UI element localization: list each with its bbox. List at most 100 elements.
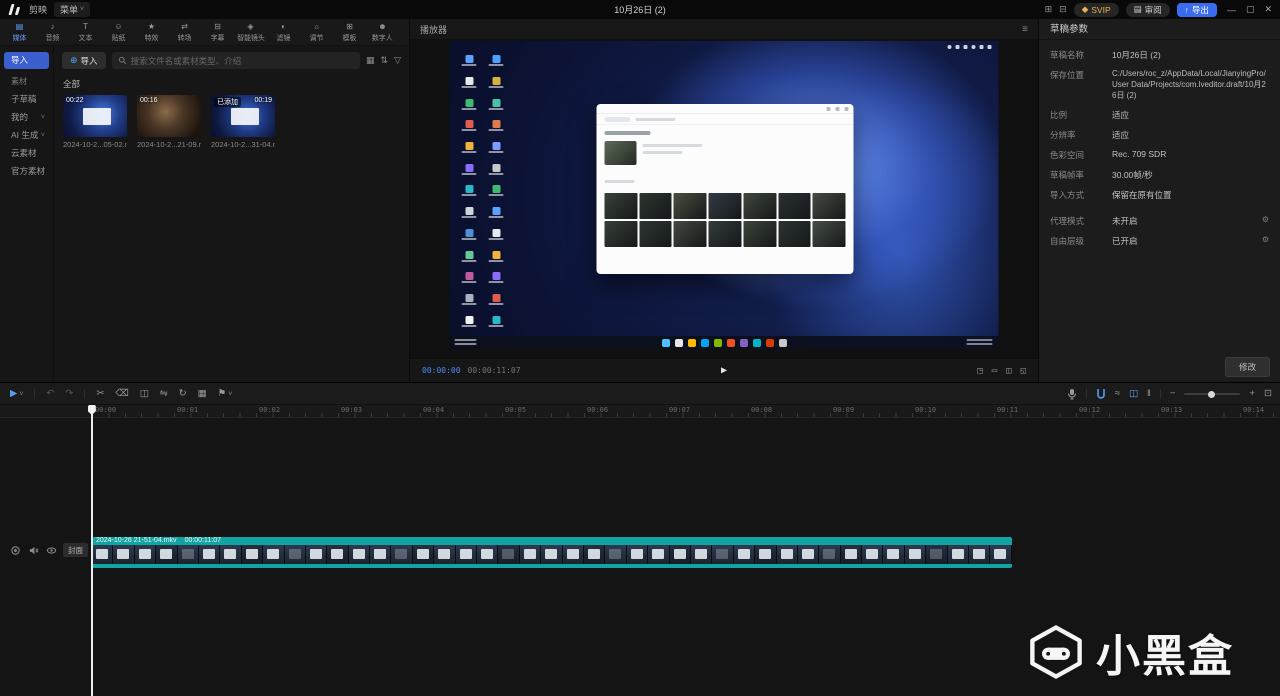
zoom-slider-handle[interactable] [1207, 390, 1215, 398]
preview-quality-button[interactable]: ◳ [977, 366, 982, 376]
mirror-button[interactable]: ⇋ [160, 389, 168, 399]
record-voiceover-button[interactable] [1067, 388, 1077, 400]
frame-window-thumb [160, 549, 173, 559]
tab-template[interactable]: ⊞ 模板 [333, 22, 366, 43]
minimize-button[interactable]: — [1227, 5, 1236, 15]
timeline-zoom-slider[interactable] [1184, 390, 1241, 398]
film-frame [669, 545, 691, 564]
player-menu-icon[interactable]: ≡ [1022, 24, 1028, 35]
app-name: 剪映 [29, 5, 48, 15]
fullscreen-button[interactable]: ◱ [1021, 366, 1026, 376]
marker-button[interactable]: ⚑ ˅ [218, 389, 233, 399]
clip-bottom-bar [92, 564, 1012, 568]
app-logo [8, 4, 22, 15]
svip-button[interactable]: ◆ SVIP [1073, 2, 1119, 17]
sort-button[interactable]: ⇅ [381, 55, 389, 66]
zoom-in-button[interactable]: + [1249, 389, 1255, 399]
fit-timeline-button[interactable]: ⊡ [1264, 389, 1272, 399]
import-button[interactable]: ⊕ 导入 [62, 52, 106, 69]
tab-adjust[interactable]: ☼ 调节 [300, 22, 333, 43]
desktop-icon [484, 202, 509, 224]
desktop-icon [457, 115, 482, 137]
media-toolbar: ⊕ 导入 ▦ ⇅ ▽ [54, 46, 409, 73]
preview-axis-button[interactable]: ‖ [1147, 389, 1151, 399]
tab-text[interactable]: T 文本 [69, 22, 102, 43]
delete-button[interactable]: ⌫ [115, 389, 128, 399]
search-box[interactable] [111, 52, 361, 69]
draft-row-label: 导入方式 [1050, 190, 1085, 201]
window-photo-grid [604, 193, 846, 247]
mute-track-icon[interactable] [28, 545, 39, 556]
desktop-icon [484, 289, 509, 311]
tab-sticker[interactable]: ☺ 贴纸 [102, 22, 135, 43]
record-icon[interactable] [10, 545, 21, 556]
taskbar-icon [726, 338, 735, 347]
ratio-button[interactable]: ▭ [992, 366, 997, 376]
redo-button[interactable]: ↷ [65, 389, 73, 399]
film-frame [840, 545, 863, 564]
desktop-icon [484, 224, 509, 246]
settings-icon[interactable]: ⚙ [1262, 235, 1269, 244]
draft-row-label: 比例 [1050, 110, 1068, 121]
taskbar-icon [778, 338, 787, 347]
photo-thumb [673, 221, 707, 247]
settings-icon[interactable]: ⚙ [1262, 215, 1269, 224]
playhead[interactable] [87, 405, 96, 696]
crop-button[interactable]: ▦ [198, 389, 207, 399]
linkage-button[interactable]: ◫ [1129, 389, 1138, 399]
tab-label: 模板 [342, 32, 357, 42]
media-clip-card[interactable]: 00:22 2024-10-2...05-02.mkv [63, 95, 127, 149]
zoom-out-button[interactable]: − [1170, 389, 1176, 399]
tab-captions[interactable]: ⊟ 字幕 [201, 22, 234, 43]
hide-track-icon[interactable] [46, 545, 57, 556]
media-clip-card[interactable]: 已添加 00:19 2024-10-2...31-04.mkv [211, 95, 275, 149]
grid-view-button[interactable]: ▦ [366, 55, 375, 66]
split-button[interactable]: ✂ [96, 389, 104, 399]
film-frame [177, 545, 199, 564]
tab-media[interactable]: ▤ 媒体 [3, 22, 36, 43]
freeze-frame-button[interactable]: ◫ [140, 389, 149, 399]
tab-smart-shot[interactable]: ◈ 智能镜头 [234, 22, 267, 43]
export-button[interactable]: ↑ 导出 [1176, 2, 1217, 17]
rail-item-ai-generate[interactable]: AI 生成 ˅ [4, 127, 49, 144]
frame-window-thumb [716, 549, 729, 559]
close-button[interactable]: ✕ [1264, 4, 1272, 15]
tab-audio[interactable]: ♪ 音频 [36, 22, 69, 43]
search-input[interactable] [130, 55, 355, 66]
timeline-ruler[interactable]: 00:00 00:01 00:02 00:03 00:04 00:05 00:06 00:07… [0, 405, 1280, 418]
cover-button[interactable]: 封面 [63, 543, 88, 557]
taskbar-tray [966, 339, 993, 345]
undo-button[interactable]: ↶ [46, 389, 54, 399]
search-icon [118, 56, 126, 65]
overlay-icon [955, 45, 960, 49]
rail-item-sub-draft[interactable]: 子草稿 [4, 91, 49, 108]
modify-button[interactable]: 修改 [1224, 357, 1270, 377]
video-clip[interactable]: 2024-10-26 21-51-04.mkv 00:00:11:07 [92, 537, 1012, 568]
tab-transition[interactable]: ⇄ 转场 [168, 22, 201, 43]
rail-item-official-material[interactable]: 官方素材 [4, 163, 49, 180]
main-track-magnet-button[interactable] [1096, 388, 1106, 400]
rail-item-cloud-material[interactable]: 云素材 [4, 145, 49, 162]
tab-effects[interactable]: ★ 特效 [135, 22, 168, 43]
frame-window-thumb [523, 549, 536, 559]
layout-grid-icon[interactable]: ⊞ [1045, 4, 1053, 15]
menu-button[interactable]: 菜单 ˅ [54, 2, 91, 17]
filter-button[interactable]: ▽ [394, 55, 401, 66]
review-button[interactable]: ▤ 审阅 [1125, 2, 1170, 17]
play-button[interactable]: ▶ [721, 365, 727, 376]
workspace-icon[interactable]: ⊟ [1059, 4, 1067, 15]
captured-window [596, 104, 854, 274]
auto-snap-button[interactable]: ≈ [1115, 389, 1120, 399]
split-screen-button[interactable]: ◫ [1006, 366, 1011, 376]
rail-item-mine[interactable]: 我的 ˅ [4, 109, 49, 126]
video-preview[interactable] [449, 41, 999, 349]
rotate-button[interactable]: ↻ [179, 389, 187, 399]
maximize-button[interactable]: ▢ [1246, 4, 1255, 15]
media-clip-card[interactable]: 00:16 2024-10-2...21-09.mkv [137, 95, 201, 149]
tab-label: 智能镜头 [236, 32, 265, 42]
tab-filter[interactable]: ◐ 滤镜 [267, 22, 300, 43]
text-line [642, 144, 703, 147]
select-tool-button[interactable]: ▶ ˅ [10, 389, 23, 399]
rail-item-import[interactable]: 导入 [4, 52, 49, 69]
tab-digital-human[interactable]: ☻ 数字人 [366, 22, 399, 43]
